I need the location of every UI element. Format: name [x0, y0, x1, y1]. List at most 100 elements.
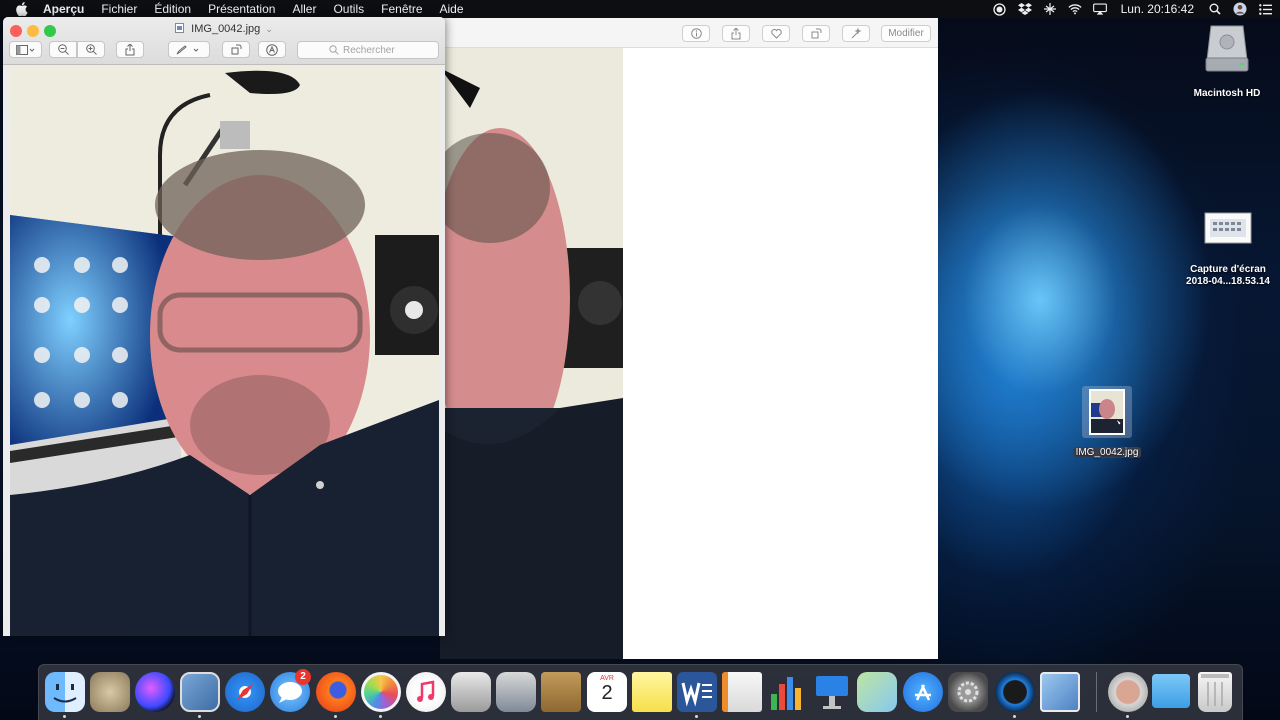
zoom-out-icon — [57, 44, 69, 55]
preview-window: IMG_0042.jpg ⌄ — [3, 17, 445, 636]
dock-app-store-icon[interactable] — [903, 672, 943, 712]
rotate-button[interactable] — [222, 41, 250, 58]
dock-firefox-icon[interactable] — [316, 672, 356, 712]
share-button[interactable] — [722, 25, 750, 42]
desktop-icon-label: Macintosh HD — [1193, 88, 1261, 99]
document-proxy-icon — [175, 23, 185, 33]
word-w-icon — [681, 682, 712, 707]
hard-drive-icon — [1205, 25, 1249, 72]
user-avatar-icon[interactable] — [1233, 2, 1247, 16]
preview-title-text: IMG_0042.jpg — [191, 23, 261, 35]
dock-separator — [1096, 672, 1097, 712]
dock-siri-icon[interactable] — [135, 672, 175, 712]
calendar-day-label: 2 — [601, 682, 613, 704]
dock-folder-icon[interactable] — [1152, 674, 1190, 708]
running-indicator-finder — [63, 715, 66, 718]
messages-badge: 2 — [295, 669, 311, 685]
menu-presentation[interactable]: Présentation — [208, 2, 275, 16]
sidebar-icon — [15, 44, 34, 55]
dock-safari-icon[interactable] — [225, 672, 265, 712]
zoom-in-icon — [85, 44, 97, 55]
dock-system-preferences-icon[interactable] — [948, 672, 988, 712]
menubar-clock[interactable]: Lun. 20:16:42 — [1121, 2, 1194, 16]
search-input[interactable] — [343, 44, 407, 56]
music-note-icon — [417, 680, 435, 702]
portrait-photo-art — [10, 65, 439, 636]
calendar-month-label: AVR — [600, 675, 614, 682]
rotate-icon — [231, 44, 241, 55]
portrait-photo-art — [440, 48, 623, 659]
menu-aller[interactable]: Aller — [292, 2, 316, 16]
dock-maps-icon[interactable] — [857, 672, 897, 712]
running-indicator-photos — [379, 715, 382, 718]
menu-outils[interactable]: Outils — [333, 2, 364, 16]
dock-utility-icon[interactable] — [451, 672, 491, 712]
podium-icon — [816, 676, 848, 709]
photo-thumbnail-icon — [1089, 389, 1125, 435]
airplay-icon[interactable] — [1092, 2, 1107, 16]
running-indicator-firefox — [334, 715, 337, 718]
zoom-in-button[interactable] — [77, 41, 105, 58]
title-chevron-icon: ⌄ — [265, 24, 273, 34]
spotlight-search-icon[interactable] — [1208, 2, 1222, 16]
share-button[interactable] — [116, 41, 144, 58]
dropbox-icon[interactable] — [1017, 2, 1032, 16]
edit-button[interactable]: Modifier — [881, 25, 931, 42]
preview-title[interactable]: IMG_0042.jpg ⌄ — [3, 23, 445, 35]
menu-aide[interactable]: Aide — [440, 2, 464, 16]
menu-fenetre[interactable]: Fenêtre — [381, 2, 422, 16]
wifi-icon[interactable] — [1068, 2, 1082, 16]
preview-image-canvas[interactable] — [10, 65, 439, 636]
dock-disk-icon[interactable] — [995, 672, 1035, 712]
dock-notebook-icon[interactable] — [541, 672, 581, 712]
photos-window: Modifier — [440, 18, 938, 659]
favorite-button[interactable] — [762, 25, 790, 42]
dock-calendar-icon[interactable]: AVR 2 — [587, 672, 627, 712]
finder-face-icon — [53, 684, 77, 703]
dock-photo-booth-icon[interactable] — [1108, 672, 1148, 712]
desktop-icon-label-line1: Capture d'écran — [1190, 264, 1266, 275]
pen-icon — [176, 44, 199, 54]
menu-app-name[interactable]: Aperçu — [43, 2, 84, 16]
dock-pages-icon[interactable] — [722, 672, 762, 712]
sidebar-toggle-button[interactable] — [9, 41, 42, 58]
apple-menu-icon[interactable] — [15, 2, 29, 16]
dock-xcode-icon[interactable] — [496, 672, 536, 712]
dock-finder-icon[interactable] — [45, 672, 85, 712]
desktop-icon-macintosh-hd[interactable]: Macintosh HD — [1186, 24, 1268, 100]
dock-photos-icon[interactable] — [361, 672, 401, 712]
desktop-icon-img-0042[interactable]: IMG_0042.jpg — [1066, 386, 1148, 460]
menu-fichier[interactable]: Fichier — [101, 2, 137, 16]
dock-word-icon[interactable] — [677, 672, 717, 712]
zoom-out-button[interactable] — [49, 41, 77, 58]
enhance-button[interactable] — [842, 25, 870, 42]
markup-toolbar-button[interactable] — [258, 41, 286, 58]
markup-pen-button[interactable] — [168, 41, 210, 58]
compass-icon — [237, 684, 253, 700]
network-icon[interactable] — [1043, 2, 1057, 16]
notification-center-icon[interactable] — [1258, 2, 1272, 16]
photos-image-view[interactable] — [440, 48, 623, 659]
running-indicator-photo-booth — [1126, 715, 1129, 718]
app-store-a-icon — [915, 684, 931, 701]
info-button[interactable] — [682, 25, 710, 42]
record-icon[interactable] — [993, 2, 1007, 16]
magic-wand-icon — [851, 28, 862, 39]
dock-image-capture-icon[interactable] — [1040, 672, 1080, 712]
dock-numbers-icon[interactable] — [767, 672, 807, 712]
running-indicator-preview — [198, 715, 201, 718]
running-indicator-word — [695, 715, 698, 718]
dock-preview-icon[interactable] — [180, 672, 220, 712]
menu-extras: Lun. 20:16:42 — [993, 0, 1272, 18]
menu-edition[interactable]: Édition — [154, 2, 191, 16]
running-indicator-disk — [1013, 715, 1016, 718]
search-field[interactable] — [297, 41, 439, 59]
dock-keynote-icon[interactable] — [812, 672, 852, 712]
dock-stickies-icon[interactable] — [632, 672, 672, 712]
rotate-button[interactable] — [802, 25, 830, 42]
dock-itunes-icon[interactable] — [406, 672, 446, 712]
desktop-icon-screenshot[interactable]: Capture d'écran 2018-04...18.53.14 — [1176, 212, 1280, 288]
dock-trash-icon[interactable] — [1198, 672, 1232, 712]
desktop-icon-label-line2: 2018-04...18.53.14 — [1186, 276, 1270, 287]
dock-automator-icon[interactable] — [90, 672, 130, 712]
